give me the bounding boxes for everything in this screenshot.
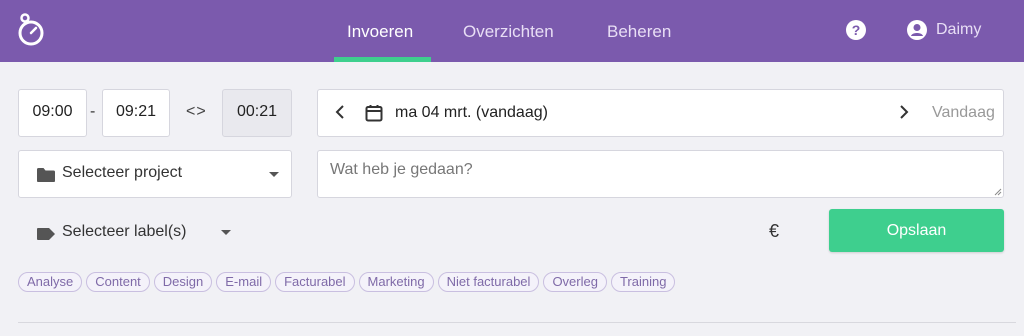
label-chip-list: Analyse Content Design E-mail Facturabel… (18, 272, 676, 292)
nav-tab-overzichten[interactable]: Overzichten (463, 22, 554, 42)
folder-icon (37, 168, 55, 182)
chevron-left-icon[interactable] (332, 102, 348, 122)
selected-date-label[interactable]: ma 04 mrt. (vandaag) (395, 104, 548, 122)
chevron-right-icon[interactable] (896, 102, 912, 122)
date-navigator: ma 04 mrt. (vandaag) Vandaag (317, 89, 1004, 137)
help-icon[interactable]: ? (846, 20, 866, 40)
chevron-down-icon (269, 172, 279, 177)
end-time-input[interactable]: 09:21 (102, 89, 170, 137)
user-menu-name[interactable]: Daimy (936, 21, 981, 39)
label-chip[interactable]: Marketing (358, 272, 434, 292)
label-chip[interactable]: Content (86, 272, 150, 292)
calendar-icon (365, 105, 383, 122)
label-chip[interactable]: Training (610, 272, 676, 292)
chevron-down-icon (221, 230, 231, 235)
label-chip[interactable]: Analyse (18, 272, 83, 292)
label-chip[interactable]: Niet facturabel (437, 272, 540, 292)
project-select-placeholder: Selecteer project (62, 164, 183, 181)
swap-time-icon[interactable]: <> (186, 103, 207, 121)
time-separator: - (90, 103, 96, 120)
resize-handle-icon[interactable] (994, 188, 1002, 196)
start-time-input[interactable]: 09:00 (18, 89, 87, 137)
section-divider (18, 322, 1016, 323)
nav-tab-beheren[interactable]: Beheren (607, 22, 671, 42)
label-select[interactable]: Selecteer label(s) (18, 216, 248, 250)
billable-euro-icon[interactable]: € (769, 221, 779, 242)
description-textarea[interactable]: Wat heb je gedaan? (317, 150, 1004, 198)
project-select[interactable]: Selecteer project (18, 150, 292, 198)
label-chip[interactable]: Facturabel (275, 272, 355, 292)
label-chip[interactable]: Design (153, 272, 213, 292)
save-button[interactable]: Opslaan (829, 209, 1004, 252)
nav-tab-invoeren[interactable]: Invoeren (347, 22, 413, 42)
tag-icon (37, 228, 55, 240)
today-button[interactable]: Vandaag (932, 104, 995, 122)
top-navigation-bar: Invoeren Overzichten Beheren ? Daimy (0, 0, 1024, 62)
label-select-placeholder: Selecteer label(s) (62, 223, 187, 240)
user-circle-icon[interactable] (907, 20, 927, 40)
active-tab-indicator (334, 57, 431, 62)
label-chip[interactable]: Overleg (543, 272, 607, 292)
label-chip[interactable]: E-mail (216, 272, 272, 292)
duration-field[interactable]: 00:21 (222, 89, 292, 137)
stopwatch-icon[interactable] (14, 12, 48, 48)
